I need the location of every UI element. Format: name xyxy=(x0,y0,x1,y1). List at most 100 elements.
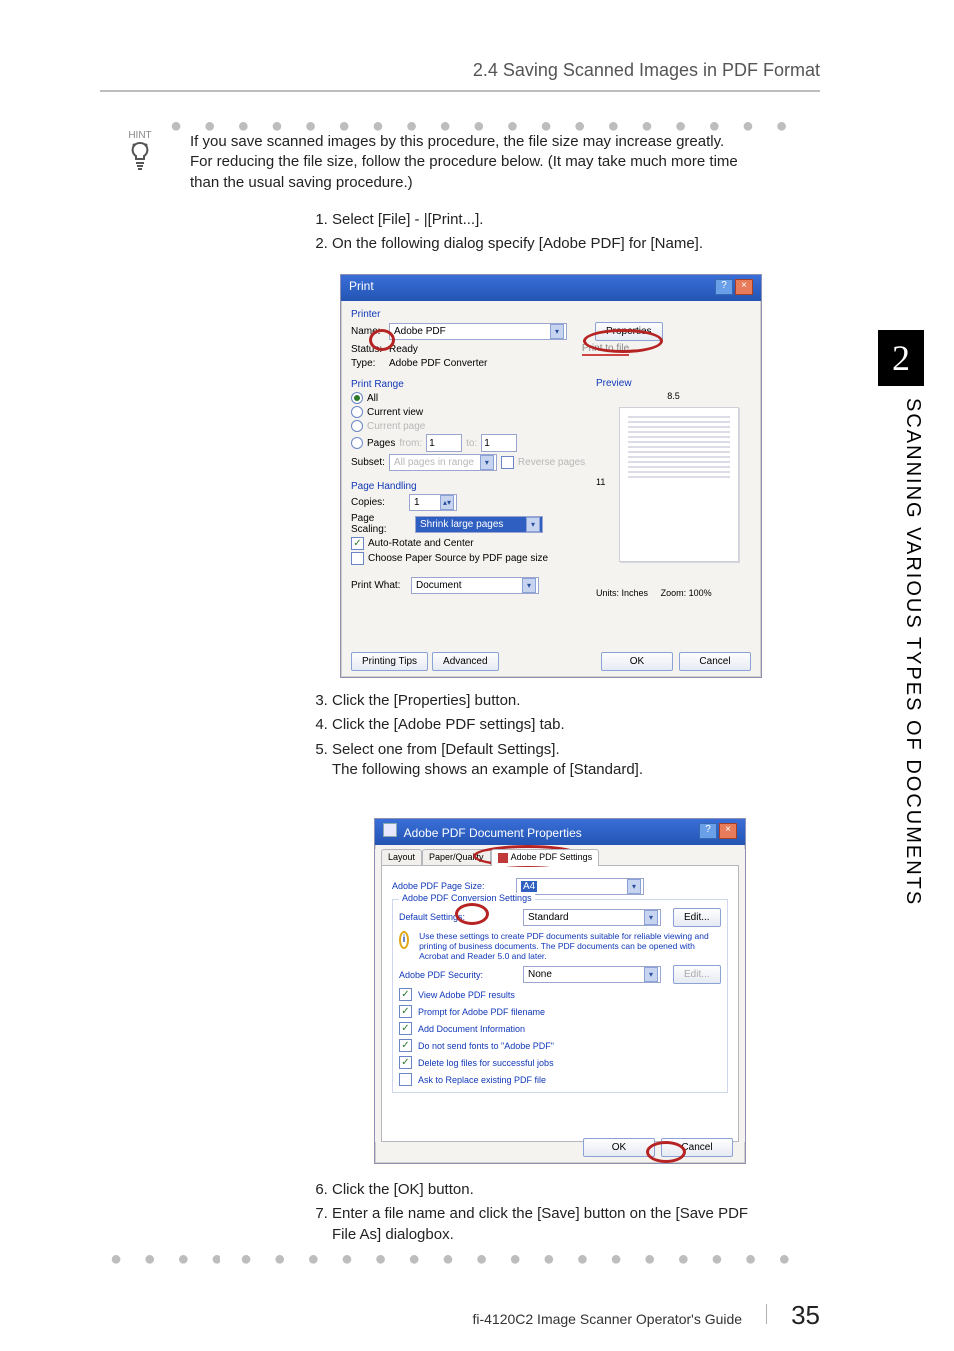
window-help-button[interactable]: ? xyxy=(699,823,717,839)
prompt-filename-checkbox[interactable] xyxy=(399,1005,412,1018)
pages-from-input[interactable] xyxy=(426,434,462,452)
no-fonts-label: Do not send fonts to "Adobe PDF" xyxy=(418,1041,554,1051)
default-settings-label: Default Settings: xyxy=(399,912,517,922)
dialog-icon xyxy=(383,823,397,837)
no-fonts-checkbox[interactable] xyxy=(399,1039,412,1052)
hint-icon: HINT xyxy=(115,130,165,175)
radio-all-label: All xyxy=(367,393,378,404)
radio-all[interactable] xyxy=(351,392,363,404)
auto-rotate-label: Auto-Rotate and Center xyxy=(368,538,474,549)
edit-button[interactable]: Edit... xyxy=(673,908,721,927)
radio-currentview[interactable] xyxy=(351,406,363,418)
chevron-down-icon: ▾ xyxy=(644,910,658,925)
printer-name-combo[interactable]: Adobe PDF ▾ xyxy=(389,323,567,340)
view-results-label: View Adobe PDF results xyxy=(418,990,515,1000)
step-1: Select [File] - |[Print...]. xyxy=(332,210,750,230)
advanced-button[interactable]: Advanced xyxy=(432,652,498,671)
default-settings-combo[interactable]: Standard ▾ xyxy=(523,909,661,926)
tab-adobe-pdf-settings[interactable]: Adobe PDF Settings xyxy=(491,849,600,866)
ask-replace-checkbox[interactable] xyxy=(399,1073,412,1086)
info-icon: i xyxy=(399,931,409,949)
chevron-down-icon: ▾ xyxy=(526,517,540,532)
delete-log-checkbox[interactable] xyxy=(399,1056,412,1069)
step-6: Click the [OK] button. xyxy=(332,1180,750,1200)
preview-label: Preview xyxy=(596,378,751,389)
radio-currentpage xyxy=(351,420,363,432)
chevron-down-icon: ▾ xyxy=(522,578,536,593)
printing-tips-button[interactable]: Printing Tips xyxy=(351,652,428,671)
reverse-pages-checkbox[interactable] xyxy=(501,456,514,469)
step-3: Click the [Properties] button. xyxy=(332,691,750,711)
ok-button[interactable]: OK xyxy=(601,652,673,671)
chevron-down-icon: ▾ xyxy=(627,879,641,894)
tab-layout[interactable]: Layout xyxy=(381,849,422,865)
step-list-1: Select [File] - |[Print...]. On the foll… xyxy=(310,210,750,259)
window-help-button[interactable]: ? xyxy=(715,279,733,295)
window-close-button[interactable]: × xyxy=(735,279,753,295)
subset-label: Subset: xyxy=(351,457,385,468)
step-5a: Select one from [Default Settings]. xyxy=(332,741,560,758)
page-footer: fi-4120C2 Image Scanner Operator's Guide… xyxy=(100,1300,820,1331)
type-label: Type: xyxy=(351,358,385,369)
info-text: Use these settings to create PDF documen… xyxy=(419,931,721,962)
page-size-combo[interactable]: A4▾ xyxy=(516,878,644,895)
copies-spinner[interactable]: 1▴▾ xyxy=(409,494,457,511)
radio-currentview-label: Current view xyxy=(367,407,423,418)
status-label: Status: xyxy=(351,344,385,355)
divider-dots-bottom-right: ● ● ● ● ● ● ● ● ● ● ● ● ● ● ● ● ● ● ● ● … xyxy=(240,1248,810,1271)
choose-paper-checkbox[interactable] xyxy=(351,552,364,565)
security-combo[interactable]: None▾ xyxy=(523,966,661,983)
status-value: Ready xyxy=(389,344,418,355)
step-5b: The following shows an example of [Stand… xyxy=(332,761,643,778)
zoom-value: 100% xyxy=(689,588,712,598)
chevron-down-icon: ▾ xyxy=(550,324,564,339)
ok-button[interactable]: OK xyxy=(583,1138,655,1157)
to-label: to: xyxy=(466,438,477,449)
subset-combo: All pages in range▾ xyxy=(389,454,497,471)
cancel-button[interactable]: Cancel xyxy=(661,1138,733,1157)
tab-paper-quality[interactable]: Paper/Quality xyxy=(422,849,491,865)
subset-value: All pages in range xyxy=(394,457,474,468)
preview-thumbnail xyxy=(619,407,739,562)
properties-dialog-screenshot: Adobe PDF Document Properties ? × Layout… xyxy=(374,818,746,1164)
security-label: Adobe PDF Security: xyxy=(399,970,517,980)
dialog-title: Adobe PDF Document Properties xyxy=(404,826,582,840)
prompt-filename-label: Prompt for Adobe PDF filename xyxy=(418,1007,545,1017)
properties-button[interactable]: Properties xyxy=(595,322,663,341)
chevron-down-icon: ▾ xyxy=(644,967,658,982)
copies-value: 1 xyxy=(414,497,420,508)
header-rule xyxy=(100,90,820,92)
dialog-titlebar: Adobe PDF Document Properties ? × xyxy=(375,819,745,845)
cancel-button[interactable]: Cancel xyxy=(679,652,751,671)
type-value: Adobe PDF Converter xyxy=(389,358,487,369)
ask-replace-label: Ask to Replace existing PDF file xyxy=(418,1075,546,1085)
conversion-group-label: Adobe PDF Conversion Settings xyxy=(399,893,535,903)
add-docinfo-checkbox[interactable] xyxy=(399,1022,412,1035)
step-7: Enter a file name and click the [Save] b… xyxy=(332,1204,750,1245)
window-close-button[interactable]: × xyxy=(719,823,737,839)
print-what-combo[interactable]: Document ▾ xyxy=(411,577,539,594)
footer-separator xyxy=(766,1304,767,1324)
print-what-label: Print What: xyxy=(351,580,407,591)
step-list-3: Click the [OK] button. Enter a file name… xyxy=(310,1180,750,1249)
footer-guide: fi-4120C2 Image Scanner Operator's Guide xyxy=(472,1311,742,1327)
preview-width: 8.5 xyxy=(667,391,680,401)
page-scaling-combo[interactable]: Shrink large pages▾ xyxy=(415,516,543,533)
dialog-title: Print xyxy=(349,279,374,293)
page-size-label: Adobe PDF Page Size: xyxy=(392,881,510,891)
radio-pages[interactable] xyxy=(351,437,363,449)
choose-paper-label: Choose Paper Source by PDF page size xyxy=(368,553,548,564)
view-results-checkbox[interactable] xyxy=(399,988,412,1001)
print-what-value: Document xyxy=(416,580,462,591)
document-page: 2.4 Saving Scanned Images in PDF Format … xyxy=(0,0,954,1351)
chapter-side-label: SCANNING VARIOUS TYPES OF DOCUMENTS xyxy=(878,398,924,958)
default-settings-value: Standard xyxy=(528,912,569,923)
reverse-pages-label: Reverse pages xyxy=(518,457,585,468)
delete-log-label: Delete log files for successful jobs xyxy=(418,1058,554,1068)
radio-pages-label: Pages xyxy=(367,438,395,449)
auto-rotate-checkbox[interactable] xyxy=(351,537,364,550)
step-4: Click the [Adobe PDF settings] tab. xyxy=(332,715,750,735)
printer-group-label: Printer xyxy=(351,309,751,320)
section-heading: 2.4 Saving Scanned Images in PDF Format xyxy=(0,60,820,81)
pages-to-input[interactable] xyxy=(481,434,517,452)
